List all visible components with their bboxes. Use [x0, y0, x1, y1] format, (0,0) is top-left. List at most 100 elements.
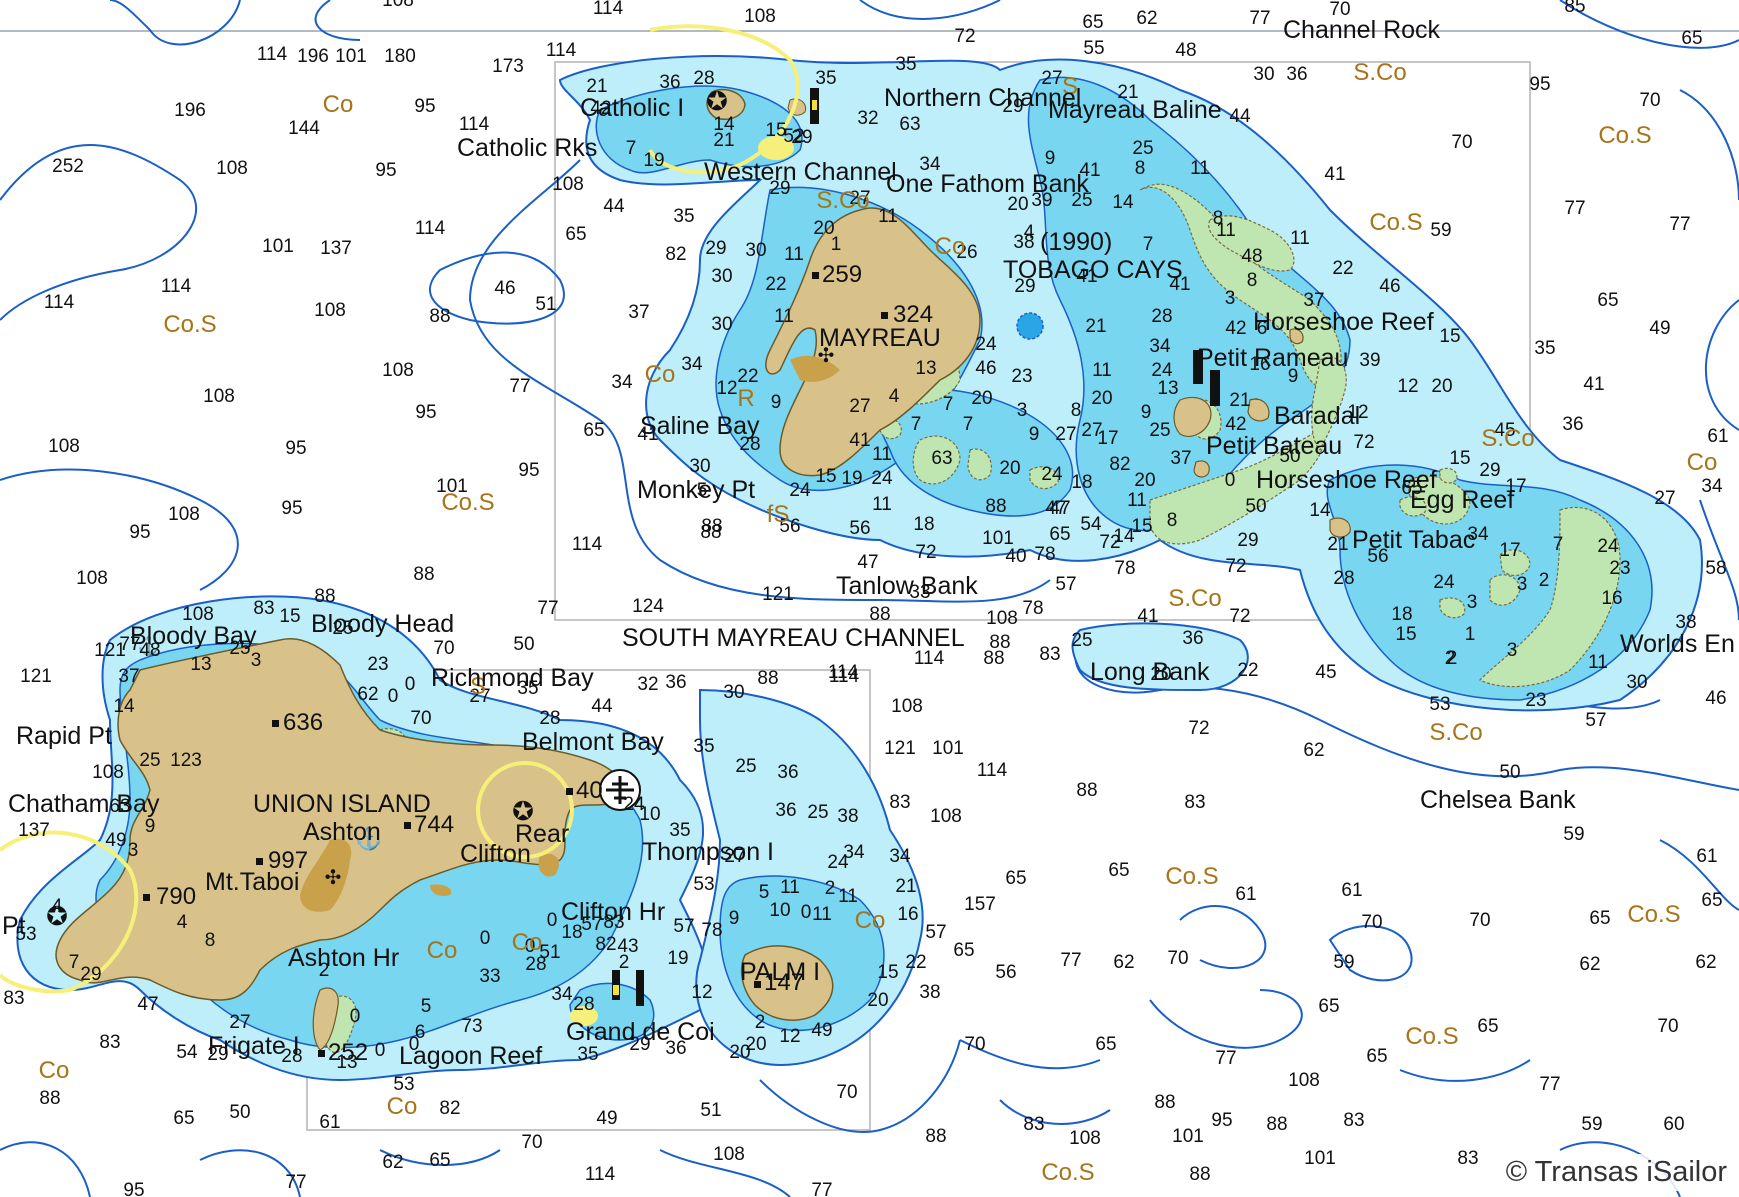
depth-sounding: 22: [905, 952, 926, 973]
depth-sounding: 61: [1341, 880, 1362, 901]
depth-sounding: 36: [777, 762, 798, 783]
depth-sounding: 83: [1039, 644, 1060, 665]
depth-sounding: 83: [253, 598, 274, 619]
depth-sounding: 63: [931, 448, 952, 469]
depth-sounding: 101: [262, 236, 294, 257]
depth-sounding: 35: [815, 68, 836, 89]
depth-sounding: 24: [1597, 536, 1619, 557]
depth-sounding: 25: [1149, 420, 1170, 441]
depth-sounding: 11: [838, 886, 858, 907]
seabed-quality-label: S.Co: [1353, 59, 1406, 86]
depth-sounding: 49: [1649, 318, 1670, 339]
depth-sounding: 72: [1188, 718, 1209, 739]
depth-sounding: 77: [811, 1180, 832, 1197]
mooring-buoy-icon: [1016, 312, 1044, 340]
depth-sounding: 23: [1609, 558, 1630, 579]
depth-sounding: 29: [705, 238, 726, 259]
depth-sounding: 11: [872, 494, 892, 515]
depth-sounding: 28: [693, 68, 714, 89]
chart-canvas[interactable]: ✪ ✪ ✪ ✣ ✣ ⚓ ⚓ 108 114 108 65 62 77 70 8565114 19…: [0, 0, 1739, 1197]
depth-sounding: 30: [723, 682, 744, 703]
seabed-quality-label: S.Co: [1481, 425, 1534, 452]
depth-sounding: 36: [659, 72, 680, 93]
depth-sounding: 15: [815, 466, 836, 487]
depth-sounding: 65: [1366, 1046, 1387, 1067]
depth-sounding: 252: [52, 156, 84, 177]
depth-sounding: 35: [693, 736, 714, 757]
cardinal-mark-icon-2: [1210, 370, 1220, 406]
depth-sounding: 57: [925, 922, 946, 943]
depth-sounding: 38: [837, 806, 858, 827]
depth-sounding: 88: [413, 564, 434, 585]
attribution-credit: © Transas iSailor: [1499, 1154, 1733, 1191]
depth-sounding: 30: [1626, 672, 1647, 693]
depth-sounding: 19: [643, 150, 664, 171]
depth-sounding: 13: [1157, 378, 1178, 399]
depth-sounding: 3: [1467, 592, 1478, 613]
depth-sounding: 77: [537, 598, 558, 619]
depth-sounding: 65: [173, 1108, 194, 1129]
label-tanlow-bank: Tanlow Bank: [836, 572, 978, 600]
label-clifton: Clifton: [460, 840, 531, 868]
label-monkey-pt: Monkey Pt: [637, 476, 755, 504]
depth-sounding: 9: [729, 908, 740, 929]
depth-sounding: 15: [1449, 448, 1470, 469]
height-636: 636: [283, 709, 323, 736]
depth-sounding: 13: [915, 358, 936, 379]
depth-sounding: 50: [1245, 496, 1266, 517]
depth-sounding: 4: [1024, 222, 1035, 243]
depth-sounding: 24: [789, 480, 811, 501]
depth-sounding: 11: [1588, 652, 1608, 673]
depth-sounding: 44: [591, 696, 613, 717]
depth-sounding: 11: [784, 244, 804, 265]
depth-sounding: 36: [1182, 628, 1203, 649]
depth-sounding: 83: [1184, 792, 1205, 813]
depth-sounding: 50: [513, 634, 534, 655]
depth-sounding: 24: [871, 468, 893, 489]
depth-sounding: 95: [1211, 1110, 1232, 1131]
depth-sounding: 0: [1225, 470, 1236, 491]
depth-sounding: 11: [878, 206, 898, 227]
depth-sounding: 19: [667, 948, 688, 969]
depth-sounding: 88: [989, 632, 1010, 653]
label-petit-rameau: Petit Rameau: [1197, 344, 1348, 372]
label-egg-reef: Egg Reef: [1410, 486, 1514, 514]
label-rapid-pt: Rapid Pt: [16, 722, 112, 750]
depth-sounding: 95: [415, 402, 436, 423]
depth-sounding: 59: [1333, 952, 1354, 973]
seabed-quality-label: Co: [387, 1093, 418, 1120]
depth-sounding: 62: [1579, 954, 1600, 975]
depth-sounding: 121: [884, 738, 916, 759]
depth-sounding: 37: [118, 666, 139, 687]
light-star-icon: ✪: [706, 86, 728, 116]
depth-sounding: 65: [1049, 524, 1070, 545]
depth-sounding: 19: [841, 468, 862, 489]
depth-sounding: 114: [593, 0, 624, 19]
depth-sounding: 15: [279, 606, 300, 627]
seabed-quality-label: Co.S: [1598, 122, 1651, 149]
depth-sounding: 27: [1055, 424, 1076, 445]
label-tobago-cays-year: (1990): [1040, 228, 1112, 256]
depth-sounding: 22: [1332, 258, 1353, 279]
label-bloody-head: Bloody Head: [311, 610, 454, 638]
depth-sounding: 88: [1189, 1164, 1210, 1185]
seabed-quality-label: S.Co: [816, 187, 869, 214]
depth-sounding: 20: [1134, 470, 1155, 491]
depth-sounding: 8: [1071, 400, 1082, 421]
depth-sounding: 65: [1597, 290, 1618, 311]
depth-sounding: 88: [701, 516, 722, 537]
depth-sounding: 157: [964, 894, 996, 915]
nautical-chart[interactable]: ✪ ✪ ✪ ✣ ✣ ⚓ ⚓ 108 114 108 65 62 77 70 85 65 114 19…: [0, 0, 1739, 1197]
label-belmont-bay: Belmont Bay: [522, 728, 664, 756]
label-chatham-bay: Chatham Bay: [8, 790, 160, 818]
depth-sounding: 137: [320, 238, 352, 259]
depth-sounding: 30: [711, 314, 732, 335]
depth-sounding: 108: [382, 360, 414, 381]
depth-sounding: 47: [137, 994, 158, 1015]
depth-sounding: 32: [857, 108, 878, 129]
depth-sounding: 70: [433, 638, 454, 659]
depth-sounding: 59: [1430, 220, 1451, 241]
depth-sounding: 18: [1391, 604, 1412, 625]
depth-sounding: 53: [1429, 694, 1450, 715]
depth-sounding: 8: [1135, 158, 1146, 179]
